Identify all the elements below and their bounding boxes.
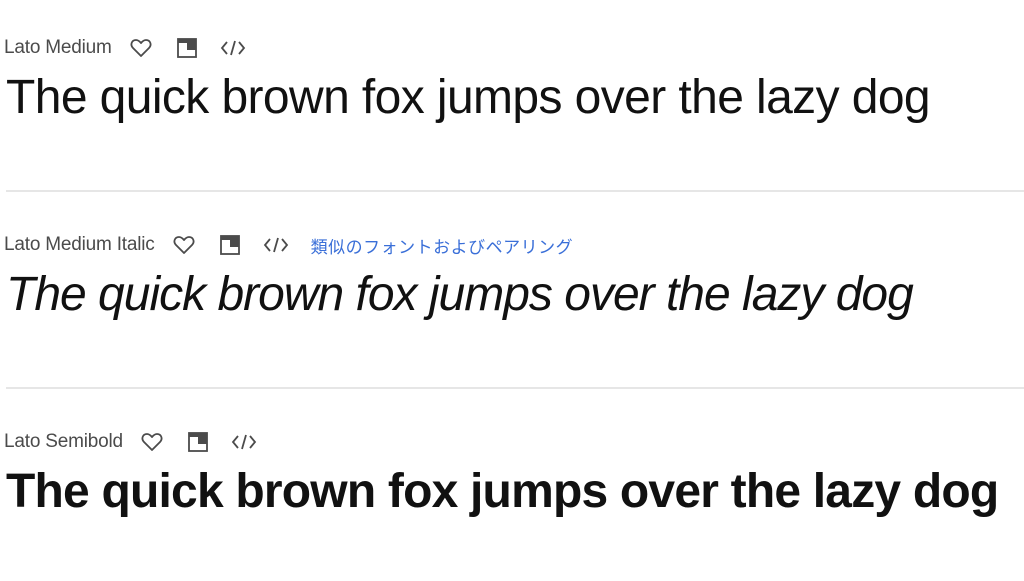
font-meta: Lato Medium: [0, 28, 1024, 68]
font-row-lato-medium: Lato Medium The quick brown fox jumps ov…: [0, 28, 1024, 128]
similar-fonts-link[interactable]: 類似のフォントおよびペアリング: [311, 233, 574, 258]
add-to-collection-icon[interactable]: [217, 232, 243, 258]
font-list: Lato Medium The quick brown fox jumps ov…: [0, 0, 1024, 581]
font-name[interactable]: Lato Semibold: [4, 431, 123, 453]
heart-icon[interactable]: [171, 232, 197, 258]
font-meta: Lato Medium Italic 類似のフォントおよびペアリング: [0, 225, 1024, 265]
font-row-lato-medium-italic: Lato Medium Italic 類似のフォントおよびペアリング The q…: [0, 225, 1024, 325]
add-to-collection-icon[interactable]: [174, 35, 200, 61]
font-row-lato-semibold: Lato Semibold The quick brown fox jumps …: [0, 422, 1024, 522]
font-meta: Lato Semibold: [0, 422, 1024, 462]
heart-icon[interactable]: [139, 429, 165, 455]
embed-code-icon[interactable]: [231, 429, 257, 455]
font-name[interactable]: Lato Medium: [4, 37, 112, 59]
font-sample-text: The quick brown fox jumps over the lazy …: [6, 268, 914, 321]
row-divider: [6, 190, 1024, 192]
font-sample-text: The quick brown fox jumps over the lazy …: [6, 71, 931, 124]
add-to-collection-icon[interactable]: [185, 429, 211, 455]
heart-icon[interactable]: [128, 35, 154, 61]
embed-code-icon[interactable]: [220, 35, 246, 61]
font-sample-text: The quick brown fox jumps over the lazy …: [6, 465, 999, 518]
embed-code-icon[interactable]: [263, 232, 289, 258]
row-divider: [6, 387, 1024, 389]
font-name[interactable]: Lato Medium Italic: [4, 234, 155, 256]
